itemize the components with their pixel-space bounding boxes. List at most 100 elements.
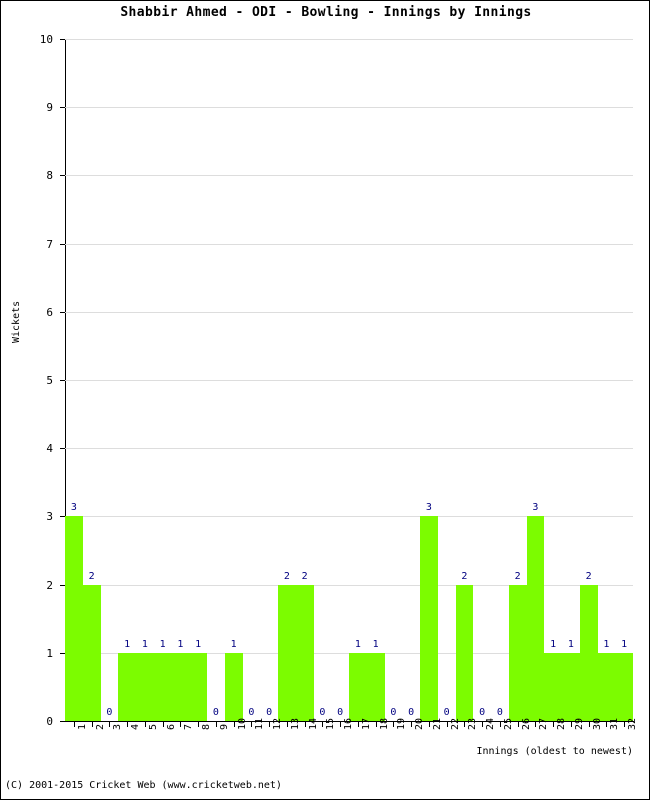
gridline (65, 516, 633, 518)
x-tick-label: 2 (94, 723, 106, 730)
x-tick-mark (624, 722, 626, 727)
x-tick-mark (393, 722, 395, 727)
gridline (65, 175, 633, 177)
y-tick-label: 0 (46, 715, 53, 728)
x-tick-mark (606, 722, 608, 727)
x-tick-label: 18 (378, 717, 390, 730)
bar-value-label: 0 (390, 707, 397, 718)
x-tick-label: 24 (485, 717, 497, 730)
x-tick-mark (499, 722, 501, 727)
bar (615, 652, 633, 721)
bar (65, 516, 83, 721)
bar-value-label: 3 (425, 502, 432, 514)
bar (508, 584, 527, 721)
bar (544, 652, 562, 721)
y-tick-label: 9 (46, 101, 53, 115)
y-tick-label: 4 (46, 442, 53, 456)
y-tick-label: 10 (39, 33, 53, 46)
bar-value-label: 1 (550, 638, 557, 650)
x-tick-mark (162, 722, 164, 727)
x-tick-mark (215, 722, 217, 727)
bar (420, 516, 438, 721)
bar-value-label: 2 (461, 570, 468, 582)
x-tick-label: 4 (130, 723, 142, 730)
bar-value-label: 1 (372, 638, 379, 650)
x-tick-label: 28 (556, 717, 568, 730)
x-tick-label: 7 (183, 723, 195, 730)
bar (278, 584, 296, 721)
x-tick-label: 3 (112, 723, 124, 730)
x-tick-label: 31 (609, 717, 621, 730)
bar-value-label: 1 (141, 638, 148, 650)
x-tick-label: 23 (467, 717, 479, 730)
x-tick-mark (464, 722, 466, 727)
bar (171, 652, 190, 721)
x-tick-mark (144, 722, 146, 727)
bar-value-label: 2 (88, 570, 95, 582)
gridline (65, 243, 633, 245)
bar-value-label: 2 (283, 570, 290, 582)
bar-value-label: 0 (479, 707, 486, 718)
bar-value-label: 1 (567, 638, 574, 650)
x-tick-label: 19 (396, 717, 408, 730)
bar (295, 584, 314, 721)
x-tick-mark (269, 722, 271, 727)
bar-value-label: 1 (603, 638, 610, 650)
bar-value-label: 0 (443, 707, 450, 718)
bar-value-label: 1 (621, 638, 628, 650)
bar-value-label: 2 (301, 570, 308, 582)
page-title: Shabbir Ahmed - ODI - Bowling - Innings … (120, 5, 532, 20)
y-tick-label: 3 (46, 510, 53, 524)
chart-page: Shabbir Ahmed - ODI - Bowling - Innings … (0, 0, 650, 800)
bar (189, 652, 207, 721)
bar (455, 584, 474, 721)
x-tick-label: 25 (502, 717, 514, 730)
bar (526, 516, 545, 721)
bar-value-label: 0 (248, 707, 255, 718)
x-tick-label: 14 (307, 717, 319, 730)
bar-value-label: 0 (337, 707, 344, 718)
bar (224, 652, 243, 721)
x-tick-label: 17 (360, 717, 372, 730)
x-tick-label: 6 (165, 723, 177, 730)
x-tick-mark (588, 722, 590, 727)
x-tick-label: 15 (325, 717, 337, 730)
x-tick-mark (286, 722, 288, 727)
x-tick-label: 32 (627, 717, 639, 730)
bar (118, 652, 136, 721)
footer-copyright: (C) 2001-2015 Cricket Web (www.cricketwe… (5, 780, 282, 791)
bar-value-label: 2 (585, 570, 592, 582)
x-tick-mark (109, 722, 111, 727)
x-tick-mark (340, 722, 342, 727)
x-tick-mark (73, 722, 75, 727)
x-tick-label: 9 (218, 723, 230, 730)
x-tick-mark (91, 722, 93, 727)
x-tick-label: 12 (272, 717, 284, 730)
bar-value-label: 0 (408, 707, 415, 718)
bar-value-label: 0 (106, 707, 113, 718)
gridline (65, 448, 633, 450)
x-tick-mark (446, 722, 448, 727)
x-tick-mark (322, 722, 324, 727)
y-tick-label: 8 (46, 169, 53, 183)
x-tick-mark (180, 722, 182, 727)
bar-value-label: 0 (496, 707, 503, 718)
y-tick-label: 5 (46, 374, 53, 387)
bar-value-label: 1 (354, 638, 361, 650)
x-tick-mark (570, 722, 572, 727)
x-tick-label: 30 (591, 717, 603, 730)
x-tick-mark (535, 722, 537, 727)
x-tick-mark (517, 722, 519, 727)
bar (136, 652, 154, 721)
x-tick-label: 5 (147, 723, 159, 730)
x-tick-label: 27 (538, 717, 550, 730)
x-tick-label: 11 (254, 717, 266, 730)
x-tick-mark (233, 722, 235, 727)
bar-value-label: 0 (266, 707, 273, 718)
x-tick-mark (127, 722, 129, 727)
x-tick-mark (428, 722, 430, 727)
bar (366, 652, 385, 721)
gridline (65, 107, 633, 109)
x-tick-label: 22 (449, 717, 461, 730)
bar-value-label: 0 (319, 707, 326, 718)
